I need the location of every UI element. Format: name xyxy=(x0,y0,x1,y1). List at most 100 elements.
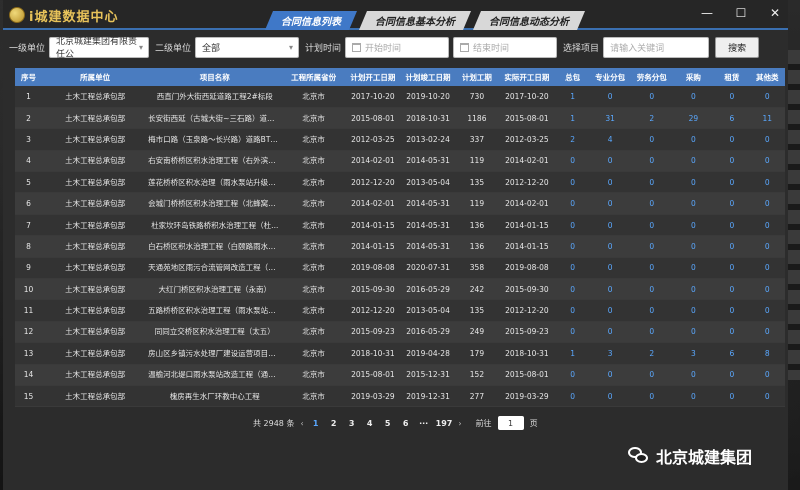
table-cell: 2016-05-29 xyxy=(399,278,457,301)
table-row[interactable]: 2 土木工程总承包部 长安街西延（古城大街~三石路）道路工... 北京市 2015-08… xyxy=(15,107,785,130)
page-button-6[interactable]: 6 xyxy=(400,419,412,428)
tab-contract-basic-analysis[interactable]: 合同信息基本分析 xyxy=(359,11,471,30)
table-row[interactable]: 7 土木工程总承包部 杜家坎环岛铁路桥积水治理工程（杜... 北京市 2014-01-1… xyxy=(15,214,785,237)
table-cell: 2018-10-31 xyxy=(399,107,457,130)
pagination: 共 2948 条 ‹ 1 2 3 4 5 6 ··· 197 › 前往 1 页 xyxy=(253,415,538,431)
table-cell: 土木工程总承包部 xyxy=(42,86,149,108)
table-row[interactable]: 10 土木工程总承包部 大红门桥区积水治理工程（永南） 北京市 2015-09-30 20… xyxy=(15,278,785,301)
table-cell: 0 xyxy=(749,214,785,237)
table-cell: 2015-12-31 xyxy=(399,364,457,386)
table-cell: 2014-02-01 xyxy=(497,150,557,173)
page-button-1[interactable]: 1 xyxy=(310,419,322,428)
table-cell: 0 xyxy=(672,364,715,386)
page-button-3[interactable]: 3 xyxy=(346,419,358,428)
prev-page-button[interactable]: ‹ xyxy=(300,419,303,428)
table-cell: 0 xyxy=(714,171,750,194)
start-date-input[interactable]: 开始时间 xyxy=(345,36,450,58)
table-cell: 0 xyxy=(556,171,590,194)
table-row[interactable]: 3 土木工程总承包部 梅市口路（玉泉路～长兴路）道路BT工程 北京市 2012-03-2… xyxy=(15,128,785,151)
table-row[interactable]: 11土木工程总承包部五路桥桥区积水治理工程（雨水泵站升级改造...北京市2012… xyxy=(15,299,785,322)
tab-contract-list[interactable]: 合同信息列表 xyxy=(265,11,357,30)
table-cell: 136 xyxy=(456,235,498,258)
table-cell: 8 xyxy=(15,235,43,258)
table-cell: 土木工程总承包部 xyxy=(42,364,149,386)
table-cell: 6 xyxy=(714,342,750,365)
table-row[interactable]: 9 土木工程总承包部 天通苑地区雨污合流管网改造工程（白坊... 北京市 2019-08… xyxy=(15,257,785,280)
goto-page-input[interactable]: 1 xyxy=(497,416,524,430)
table-cell: 2015-09-30 xyxy=(345,278,400,301)
logo-icon xyxy=(9,7,25,23)
table-cell: 6 xyxy=(714,107,750,130)
table-row[interactable]: 15 土木工程总承包部 槐房再生水厂环教中心工程 北京市 2019-03-29 2019-… xyxy=(15,385,785,408)
table-row[interactable]: 13 土木工程总承包部 房山区乡镇污水处理厂建设运营项目十渡... 北京市 2018-1… xyxy=(15,342,785,365)
table-cell: 2012-03-25 xyxy=(345,128,400,151)
table-cell: 0 xyxy=(556,150,590,173)
table-cell: 0 xyxy=(630,385,673,408)
table-cell: 2019-08-08 xyxy=(497,257,557,280)
table-cell: 北京市 xyxy=(281,299,346,322)
table-cell: 0 xyxy=(714,257,750,280)
table-cell: 0 xyxy=(630,86,673,108)
end-date-placeholder: 结束时间 xyxy=(473,43,510,54)
table-cell: 0 xyxy=(589,192,631,215)
table-cell: 0 xyxy=(672,235,715,258)
table-cell: 1 xyxy=(556,86,590,108)
table-cell: 0 xyxy=(556,278,590,301)
table-cell: 北京市 xyxy=(281,278,346,301)
keyword-input[interactable]: 请输入关键词 xyxy=(603,36,710,58)
background-window-strip xyxy=(788,50,800,380)
search-button[interactable]: 搜索 xyxy=(715,36,760,58)
table-cell: 土木工程总承包部 xyxy=(42,171,149,194)
maximize-icon[interactable]: ☐ xyxy=(734,6,748,20)
filter-bar: 一级单位 北京城建集团有限责任公 ▾ 二级单位 全部 ▾ 计划时间 开始时间 结… xyxy=(3,34,788,60)
table-row[interactable]: 5 土木工程总承包部 莲花桥桥区积水治理（雨水泵站升级改造... 北京市 2012-12… xyxy=(15,171,785,194)
goto-label: 前往 xyxy=(475,418,492,428)
level2-unit-select[interactable]: 全部 ▾ xyxy=(195,36,300,58)
table-cell: 14 xyxy=(15,364,43,386)
table-row[interactable]: 1 土木工程总承包部 西直门外大街西延道路工程2#标段 北京市 2017-10-20 20… xyxy=(15,86,785,108)
table-cell: 2012-12-20 xyxy=(345,299,400,322)
page-button-5[interactable]: 5 xyxy=(382,419,394,428)
title-bar: i城建数据中心 合同信息列表 合同信息基本分析 合同信息动态分析 — ☐ ✕ xyxy=(3,0,788,30)
table-cell: 杜家坎环岛铁路桥积水治理工程（杜... xyxy=(148,214,282,237)
table-row[interactable]: 14 土木工程总承包部 温榆河北堤口雨水泵站改造工程（通州） 北京市 2015-08-0… xyxy=(15,364,785,386)
column-header: 总包 xyxy=(556,68,590,86)
page-ellipsis[interactable]: ··· xyxy=(418,419,430,428)
table-cell: 0 xyxy=(749,257,785,280)
page-button-last[interactable]: 197 xyxy=(436,419,453,428)
minimize-icon[interactable]: — xyxy=(700,6,714,20)
table-cell: 0 xyxy=(672,278,715,301)
table-row[interactable]: 4 土木工程总承包部 右安南桥桥区积水治理工程（右外滨水泵... 北京市 2014-02… xyxy=(15,150,785,173)
table-cell: 337 xyxy=(456,128,498,151)
app-window: i城建数据中心 合同信息列表 合同信息基本分析 合同信息动态分析 — ☐ ✕ 一… xyxy=(3,0,788,490)
table-cell: 2018-10-31 xyxy=(345,342,400,365)
table-cell: 2015-08-01 xyxy=(345,364,400,386)
page-button-2[interactable]: 2 xyxy=(328,419,340,428)
keyword-placeholder: 请输入关键词 xyxy=(610,43,665,54)
table-row[interactable]: 8 土木工程总承包部 白石桥区积水治理工程（白颐路雨水泵站... 北京市 2014-01… xyxy=(15,235,785,258)
table-cell: 2015-09-30 xyxy=(497,278,557,301)
table-cell: 2014-05-31 xyxy=(399,192,457,215)
table-cell: 4 xyxy=(15,150,43,173)
column-header: 计划工期 xyxy=(456,68,498,86)
close-icon[interactable]: ✕ xyxy=(768,6,782,20)
end-date-input[interactable]: 结束时间 xyxy=(453,36,558,58)
table-cell: 2012-12-20 xyxy=(497,299,557,322)
tab-contract-dynamic-analysis[interactable]: 合同信息动态分析 xyxy=(473,11,585,30)
page-button-4[interactable]: 4 xyxy=(364,419,376,428)
table-cell: 0 xyxy=(630,321,673,344)
table-cell: 277 xyxy=(456,385,498,408)
table-cell: 9 xyxy=(15,257,43,280)
column-header: 计划竣工日期 xyxy=(399,68,457,86)
level1-unit-select[interactable]: 北京城建集团有限责任公 ▾ xyxy=(49,36,150,60)
chevron-down-icon: ▾ xyxy=(139,42,144,52)
table-cell: 土木工程总承包部 xyxy=(42,342,149,365)
table-cell: 0 xyxy=(630,171,673,194)
table-row[interactable]: 6 土木工程总承包部 会城门桥桥区积水治理工程（北蜂窝雨水... 北京市 2014-02… xyxy=(15,192,785,215)
table-row[interactable]: 12 土木工程总承包部 同同立交桥区积水治理工程（太五） 北京市 2015-09-23 2… xyxy=(15,321,785,344)
table-cell: 槐房再生水厂环教中心工程 xyxy=(148,385,282,408)
next-page-button[interactable]: › xyxy=(458,419,461,428)
table-cell: 2014-01-15 xyxy=(345,214,400,237)
table-cell: 0 xyxy=(589,150,631,173)
table-cell: 北京市 xyxy=(281,86,346,108)
